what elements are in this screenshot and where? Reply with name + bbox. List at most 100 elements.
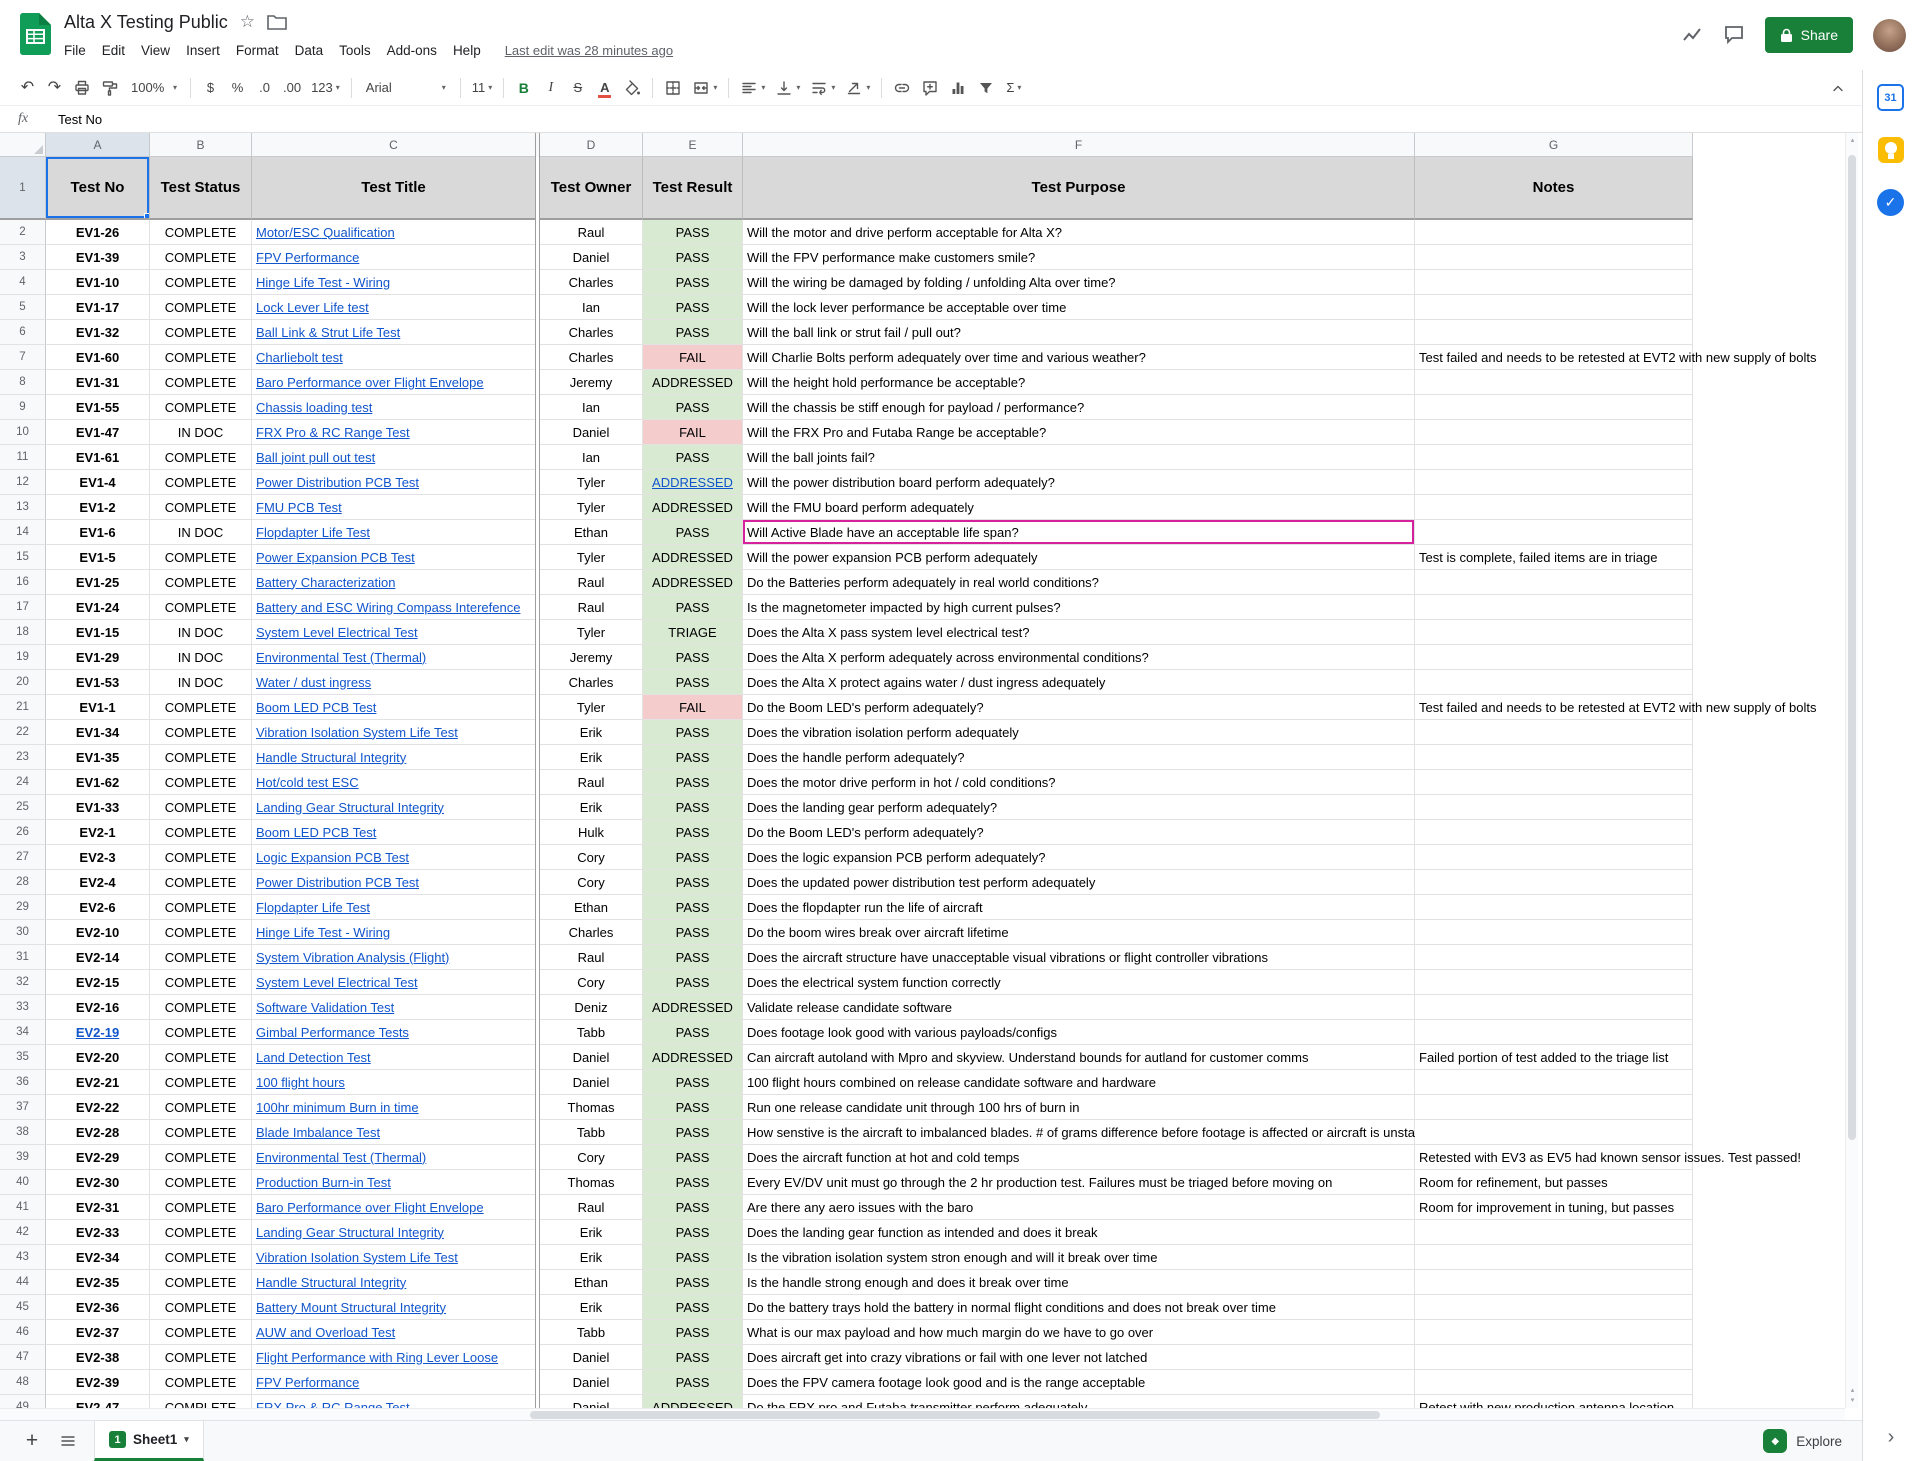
row-header-32[interactable]: 32 bbox=[0, 970, 46, 995]
row-header-26[interactable]: 26 bbox=[0, 820, 46, 845]
scroll-up-icon[interactable]: ▴ bbox=[1846, 136, 1859, 146]
cell-B49[interactable]: COMPLETE bbox=[150, 1395, 252, 1408]
comment-history-icon[interactable] bbox=[1723, 24, 1745, 46]
cell-A42[interactable]: EV2-33 bbox=[46, 1220, 150, 1245]
cell-B24[interactable]: COMPLETE bbox=[150, 770, 252, 795]
tasks-icon[interactable]: ✓ bbox=[1877, 189, 1904, 216]
cell-E31[interactable]: PASS bbox=[643, 945, 743, 970]
cell-G10[interactable] bbox=[1415, 420, 1693, 445]
cell-E7[interactable]: FAIL bbox=[643, 345, 743, 370]
cell-B9[interactable]: COMPLETE bbox=[150, 395, 252, 420]
cell-B27[interactable]: COMPLETE bbox=[150, 845, 252, 870]
cell-F21[interactable]: Do the Boom LED's perform adequately? bbox=[743, 695, 1415, 720]
cell-B1[interactable]: Test Status bbox=[150, 157, 252, 220]
cell-G44[interactable] bbox=[1415, 1270, 1693, 1295]
cell-F44[interactable]: Is the handle strong enough and does it … bbox=[743, 1270, 1415, 1295]
italic-button[interactable]: I bbox=[537, 74, 564, 101]
cell-D38[interactable]: Tabb bbox=[540, 1120, 643, 1145]
cell-G24[interactable] bbox=[1415, 770, 1693, 795]
cell-F38[interactable]: How senstive is the aircraft to imbalanc… bbox=[743, 1120, 1415, 1145]
cell-C15[interactable]: Power Expansion PCB Test bbox=[252, 545, 535, 570]
cell-B23[interactable]: COMPLETE bbox=[150, 745, 252, 770]
functions-button[interactable]: Σ ▾ bbox=[1000, 74, 1027, 101]
cell-C21[interactable]: Boom LED PCB Test bbox=[252, 695, 535, 720]
row-header-20[interactable]: 20 bbox=[0, 670, 46, 695]
cell-B46[interactable]: COMPLETE bbox=[150, 1320, 252, 1345]
cell-A40[interactable]: EV2-30 bbox=[46, 1170, 150, 1195]
cell-F49[interactable]: Do the FRX pro and Futaba transmitter pe… bbox=[743, 1395, 1415, 1408]
cell-A5[interactable]: EV1-17 bbox=[46, 295, 150, 320]
cell-D1[interactable]: Test Owner bbox=[540, 157, 643, 220]
cell-E8[interactable]: ADDRESSED bbox=[643, 370, 743, 395]
cell-F32[interactable]: Does the electrical system function corr… bbox=[743, 970, 1415, 995]
cell-D14[interactable]: Ethan bbox=[540, 520, 643, 545]
cell-G36[interactable] bbox=[1415, 1070, 1693, 1095]
cell-A6[interactable]: EV1-32 bbox=[46, 320, 150, 345]
cell-D37[interactable]: Thomas bbox=[540, 1095, 643, 1120]
cell-E19[interactable]: PASS bbox=[643, 645, 743, 670]
cell-G27[interactable] bbox=[1415, 845, 1693, 870]
cell-C9[interactable]: Chassis loading test bbox=[252, 395, 535, 420]
cell-B45[interactable]: COMPLETE bbox=[150, 1295, 252, 1320]
cell-D9[interactable]: Ian bbox=[540, 395, 643, 420]
row-header-14[interactable]: 14 bbox=[0, 520, 46, 545]
cell-C7[interactable]: Charliebolt test bbox=[252, 345, 535, 370]
cell-D39[interactable]: Cory bbox=[540, 1145, 643, 1170]
cell-C38[interactable]: Blade Imbalance Test bbox=[252, 1120, 535, 1145]
merge-cells-button[interactable]: ▾ bbox=[687, 74, 722, 101]
cell-C46[interactable]: AUW and Overload Test bbox=[252, 1320, 535, 1345]
cell-C40[interactable]: Production Burn-in Test bbox=[252, 1170, 535, 1195]
activity-icon[interactable] bbox=[1681, 24, 1703, 46]
row-header-33[interactable]: 33 bbox=[0, 995, 46, 1020]
last-edit-link[interactable]: Last edit was 28 minutes ago bbox=[505, 43, 673, 58]
horizontal-scrollbar-thumb[interactable] bbox=[530, 1411, 1380, 1419]
cell-B42[interactable]: COMPLETE bbox=[150, 1220, 252, 1245]
row-header-42[interactable]: 42 bbox=[0, 1220, 46, 1245]
cell-B6[interactable]: COMPLETE bbox=[150, 320, 252, 345]
cell-C5[interactable]: Lock Lever Life test bbox=[252, 295, 535, 320]
cell-E46[interactable]: PASS bbox=[643, 1320, 743, 1345]
cell-F46[interactable]: What is our max payload and how much mar… bbox=[743, 1320, 1415, 1345]
row-header-5[interactable]: 5 bbox=[0, 295, 46, 320]
cell-D18[interactable]: Tyler bbox=[540, 620, 643, 645]
cell-E23[interactable]: PASS bbox=[643, 745, 743, 770]
cell-B5[interactable]: COMPLETE bbox=[150, 295, 252, 320]
cell-G2[interactable] bbox=[1415, 220, 1693, 245]
cell-D34[interactable]: Tabb bbox=[540, 1020, 643, 1045]
cell-G20[interactable] bbox=[1415, 670, 1693, 695]
cell-B10[interactable]: IN DOC bbox=[150, 420, 252, 445]
cell-A18[interactable]: EV1-15 bbox=[46, 620, 150, 645]
sheet-menu-caret-icon[interactable]: ▾ bbox=[184, 1434, 189, 1445]
cell-A3[interactable]: EV1-39 bbox=[46, 245, 150, 270]
cell-F42[interactable]: Does the landing gear function as intend… bbox=[743, 1220, 1415, 1245]
cell-A35[interactable]: EV2-20 bbox=[46, 1045, 150, 1070]
cell-E29[interactable]: PASS bbox=[643, 895, 743, 920]
row-header-37[interactable]: 37 bbox=[0, 1095, 46, 1120]
cell-E25[interactable]: PASS bbox=[643, 795, 743, 820]
cell-B32[interactable]: COMPLETE bbox=[150, 970, 252, 995]
cell-E35[interactable]: ADDRESSED bbox=[643, 1045, 743, 1070]
cell-A25[interactable]: EV1-33 bbox=[46, 795, 150, 820]
row-header-30[interactable]: 30 bbox=[0, 920, 46, 945]
cell-G18[interactable] bbox=[1415, 620, 1693, 645]
cell-E11[interactable]: PASS bbox=[643, 445, 743, 470]
cell-G9[interactable] bbox=[1415, 395, 1693, 420]
cell-B34[interactable]: COMPLETE bbox=[150, 1020, 252, 1045]
cell-E20[interactable]: PASS bbox=[643, 670, 743, 695]
cell-E15[interactable]: ADDRESSED bbox=[643, 545, 743, 570]
cell-G37[interactable] bbox=[1415, 1095, 1693, 1120]
cell-G33[interactable] bbox=[1415, 995, 1693, 1020]
cell-F27[interactable]: Does the logic expansion PCB perform ade… bbox=[743, 845, 1415, 870]
cell-A7[interactable]: EV1-60 bbox=[46, 345, 150, 370]
cell-C11[interactable]: Ball joint pull out test bbox=[252, 445, 535, 470]
cell-E5[interactable]: PASS bbox=[643, 295, 743, 320]
row-header-6[interactable]: 6 bbox=[0, 320, 46, 345]
cell-A30[interactable]: EV2-10 bbox=[46, 920, 150, 945]
menu-view[interactable]: View bbox=[133, 40, 178, 61]
cell-D26[interactable]: Hulk bbox=[540, 820, 643, 845]
cell-G8[interactable] bbox=[1415, 370, 1693, 395]
cell-F35[interactable]: Can aircraft autoland with Mpro and skyv… bbox=[743, 1045, 1415, 1070]
cell-F40[interactable]: Every EV/DV unit must go through the 2 h… bbox=[743, 1170, 1415, 1195]
cell-E36[interactable]: PASS bbox=[643, 1070, 743, 1095]
cell-C17[interactable]: Battery and ESC Wiring Compass Interefen… bbox=[252, 595, 535, 620]
